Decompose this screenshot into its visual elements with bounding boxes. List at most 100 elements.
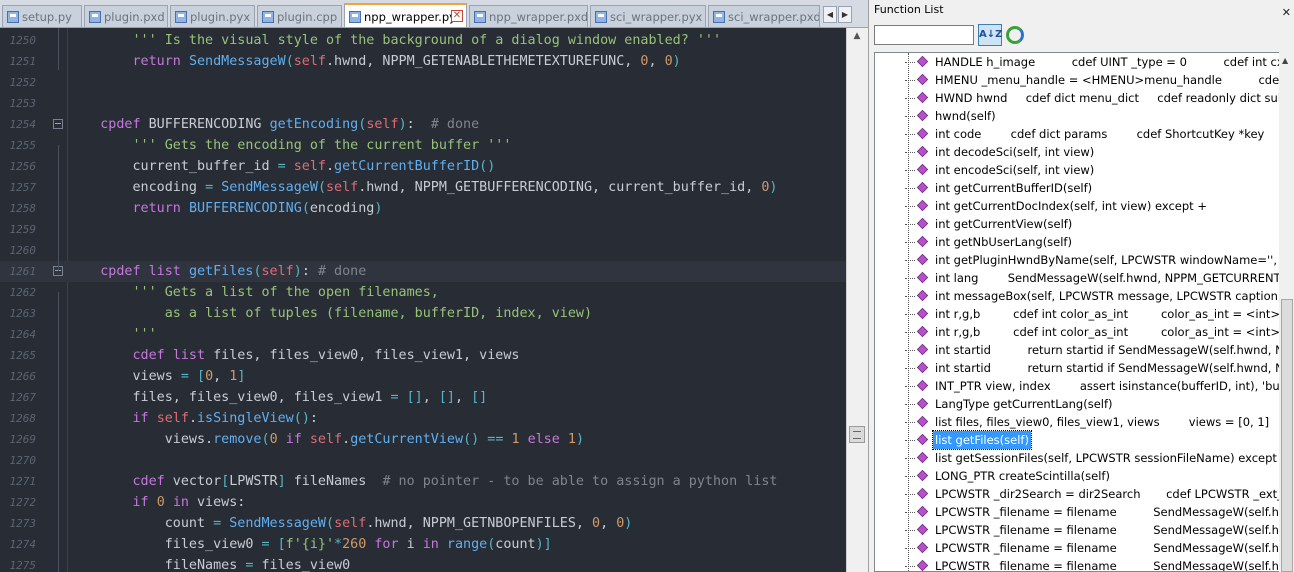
code-line[interactable]: 1272 if 0 in views: xyxy=(0,492,846,513)
reload-icon[interactable] xyxy=(1006,26,1024,44)
function-list-item[interactable]: int getCurrentBufferID(self) xyxy=(875,179,1283,197)
line-number: 1253 xyxy=(9,97,37,110)
code-line[interactable]: 1266 views = [0, 1] xyxy=(0,366,846,387)
code-line[interactable]: 1273 count = SendMessageW(self.hwnd, NPP… xyxy=(0,513,846,534)
function-label: list getFiles(self) xyxy=(932,430,1032,450)
function-icon xyxy=(916,217,929,230)
tab-scroll-right-icon[interactable]: ▶ xyxy=(838,6,852,23)
function-list-item[interactable]: int messageBox(self, LPCWSTR message, LP… xyxy=(875,287,1283,305)
function-list-scrollbar[interactable]: ▲ xyxy=(1279,52,1294,572)
tab-bar: setup.py plugin.pxd plugin.pyx plugin.cpp np… xyxy=(0,0,868,28)
function-list-item[interactable]: list files, files_view0, files_view1, vi… xyxy=(875,413,1283,431)
scrollbar-thumb[interactable] xyxy=(1281,299,1293,572)
function-list-item[interactable]: hwnd(self) xyxy=(875,107,1283,125)
function-label: INT_PTR view, index assert isinstance(bu… xyxy=(935,379,1284,393)
function-list-item[interactable]: int startid return startid if SendMessag… xyxy=(875,359,1283,377)
tab-sci-wrapper-pyx[interactable]: sci_wrapper.pyx xyxy=(590,5,706,27)
close-icon[interactable]: ✕ xyxy=(1282,3,1291,23)
tree-connector xyxy=(905,242,915,243)
tab-npp-wrapper-pyx[interactable]: npp_wrapper.pyx ✕ xyxy=(344,3,467,27)
function-list-item[interactable]: list getFiles(self) xyxy=(875,430,1283,450)
code-line[interactable]: 1250 ''' Is the visual style of the back… xyxy=(0,30,846,51)
scroll-up-arrow-icon[interactable]: ▲ xyxy=(1282,56,1288,65)
function-search-input[interactable] xyxy=(874,25,974,45)
function-list-item[interactable]: HWND hwnd cdef dict menu_dict cdef reado… xyxy=(875,89,1283,107)
code-line[interactable]: 1269 views.remove(0 if self.getCurrentVi… xyxy=(0,429,846,450)
code-line[interactable]: 1256 current_buffer_id = self.getCurrent… xyxy=(0,156,846,177)
code-line[interactable]: 1252 xyxy=(0,72,846,93)
code-line[interactable]: 1262 ''' Gets a list of the open filenam… xyxy=(0,282,846,303)
code-line[interactable]: 1260 xyxy=(0,240,846,261)
tab-plugin-cpp[interactable]: plugin.cpp xyxy=(257,5,342,27)
function-list-item[interactable]: int getPluginHwndByName(self, LPCWSTR wi… xyxy=(875,251,1283,269)
tab-scroll-left-icon[interactable]: ◀ xyxy=(823,6,837,23)
function-list-item[interactable]: LPCWSTR _filename = filename SendMessage… xyxy=(875,503,1283,521)
code-line[interactable]: 1275 fileNames = files_view0 xyxy=(0,555,846,572)
tab-setup-py[interactable]: setup.py xyxy=(2,5,82,27)
code-line[interactable]: 1264 ''' xyxy=(0,324,846,345)
code-line[interactable]: 1255 ''' Gets the encoding of the curren… xyxy=(0,135,846,156)
function-list-item[interactable]: int getCurrentDocIndex(self, int view) e… xyxy=(875,197,1283,215)
code-line[interactable]: 1259 xyxy=(0,219,846,240)
function-list-item[interactable]: int lang SendMessageW(self.hwnd, NPPM_GE… xyxy=(875,269,1283,287)
function-label: int startid return startid if SendMessag… xyxy=(935,343,1284,357)
code-text: ''' xyxy=(68,327,157,342)
code-line[interactable]: 1267 files, files_view0, files_view1 = [… xyxy=(0,387,846,408)
function-list-item[interactable]: LPCWSTR _dir2Search = dir2Search cdef LP… xyxy=(875,485,1283,503)
code-line[interactable]: 1261 cpdef list getFiles(self): # done xyxy=(0,261,846,282)
tree-connector xyxy=(905,530,915,531)
code-line[interactable]: 1253 xyxy=(0,93,846,114)
code-line[interactable]: 1263 as a list of tuples (filename, buff… xyxy=(0,303,846,324)
line-number: 1273 xyxy=(9,517,37,530)
function-list-item[interactable]: LONG_PTR createScintilla(self) xyxy=(875,467,1283,485)
tab-plugin-pyx[interactable]: plugin.pyx xyxy=(170,5,255,27)
function-tree[interactable]: HANDLE h_image cdef UINT _type = 0 cdef … xyxy=(874,52,1284,572)
function-label: list getSessionFiles(self, LPCWSTR sessi… xyxy=(935,451,1284,465)
code-line[interactable]: 1258 return BUFFERENCODING(encoding) xyxy=(0,198,846,219)
tree-connector xyxy=(905,422,915,423)
editor-vertical-scrollbar[interactable]: ▲ xyxy=(846,28,868,572)
tab-sci-wrapper-pxd[interactable]: sci_wrapper.pxd xyxy=(708,5,820,27)
function-list-item[interactable]: list getSessionFiles(self, LPCWSTR sessi… xyxy=(875,449,1284,467)
scroll-up-arrow-icon[interactable]: ▲ xyxy=(851,31,863,43)
code-line[interactable]: 1270 xyxy=(0,450,846,471)
function-list-item[interactable]: HANDLE h_image cdef UINT _type = 0 cdef … xyxy=(875,53,1283,71)
function-list-item[interactable]: int decodeSci(self, int view) xyxy=(875,143,1283,161)
function-list-item[interactable]: int r,g,b cdef int color_as_int color_as… xyxy=(875,323,1283,341)
function-icon xyxy=(916,523,929,536)
close-tab-icon[interactable]: ✕ xyxy=(451,10,463,22)
code-text: return SendMessageW(self.hwnd, NPPM_GETE… xyxy=(132,54,681,69)
function-label: LPCWSTR _filename = filename SendMessage… xyxy=(935,559,1283,572)
function-label: HWND hwnd cdef dict menu_dict cdef reado… xyxy=(935,91,1283,105)
code-line[interactable]: 1265 cdef list files, files_view0, files… xyxy=(0,345,846,366)
tab-label: plugin.cpp xyxy=(277,9,338,24)
function-list-item[interactable]: HMENU _menu_handle = <HMENU>menu_handle … xyxy=(875,71,1283,89)
code-line[interactable]: 1268 if self.isSingleView(): xyxy=(0,408,846,429)
function-list-item[interactable]: LPCWSTR _filename = filename SendMessage… xyxy=(875,539,1283,557)
function-list-item[interactable]: LPCWSTR _filename = filename SendMessage… xyxy=(875,521,1283,539)
sort-alphabetically-button[interactable]: A↓Z xyxy=(978,24,1002,46)
code-line[interactable]: 1257 encoding = SendMessageW(self.hwnd, … xyxy=(0,177,846,198)
code-line[interactable]: 1274 files_view0 = [f'{i}'*260 for i in … xyxy=(0,534,846,555)
function-list-item[interactable]: int encodeSci(self, int view) xyxy=(875,161,1283,179)
function-label: LPCWSTR _filename = filename SendMessage… xyxy=(935,541,1283,555)
code-line[interactable]: 1254 cpdef BUFFERENCODING getEncoding(se… xyxy=(0,114,846,135)
code-editor[interactable]: 1250 ''' Is the visual style of the back… xyxy=(0,28,846,572)
line-number: 1271 xyxy=(9,475,37,488)
code-text: cdef list files, files_view0, files_view… xyxy=(132,348,520,363)
scrollbar-thumb[interactable] xyxy=(849,426,865,443)
line-number: 1270 xyxy=(9,454,37,467)
tab-npp-wrapper-pxd[interactable]: npp_wrapper.pxd xyxy=(469,5,588,27)
function-list-item[interactable]: LangType getCurrentLang(self) xyxy=(875,395,1283,413)
function-list-item[interactable]: int r,g,b cdef int color_as_int color_as… xyxy=(875,305,1283,323)
code-line[interactable]: 1271 cdef vector[LPWSTR] fileNames # no … xyxy=(0,471,846,492)
fold-toggle-icon[interactable] xyxy=(53,119,63,129)
function-list-item[interactable]: INT_PTR view, index assert isinstance(bu… xyxy=(875,377,1284,395)
function-list-item[interactable]: int code cdef dict params cdef ShortcutK… xyxy=(875,125,1283,143)
function-list-item[interactable]: LPCWSTR _filename = filename SendMessage… xyxy=(875,557,1283,572)
function-list-item[interactable]: int getCurrentView(self) xyxy=(875,215,1283,233)
function-list-item[interactable]: int startid return startid if SendMessag… xyxy=(875,341,1284,359)
tab-plugin-pxd[interactable]: plugin.pxd xyxy=(84,5,168,27)
function-list-item[interactable]: int getNbUserLang(self) xyxy=(875,233,1283,251)
code-line[interactable]: 1251 return SendMessageW(self.hwnd, NPPM… xyxy=(0,51,846,72)
